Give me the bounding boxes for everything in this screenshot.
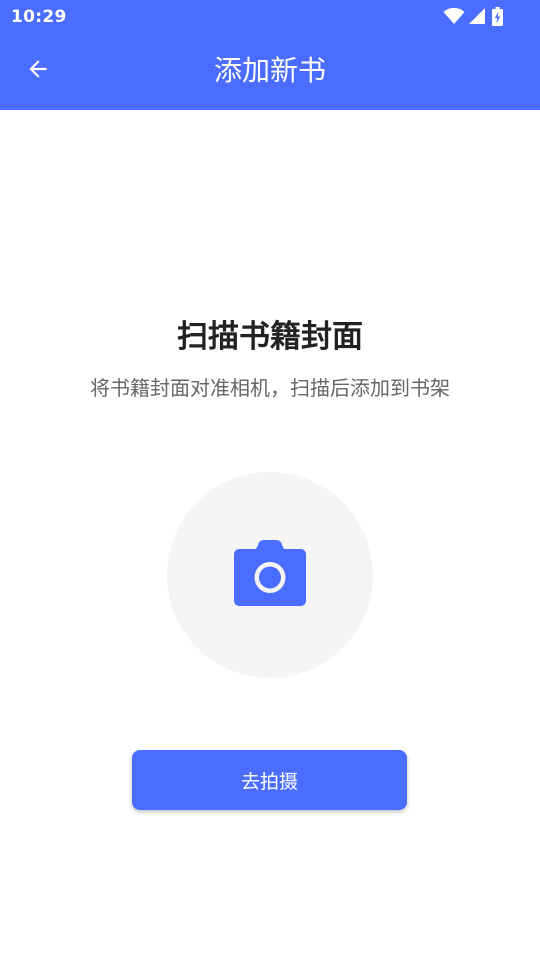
wifi-icon <box>443 7 465 25</box>
camera-circle[interactable] <box>167 472 373 678</box>
status-bar: 10:29 <box>0 0 540 33</box>
scan-headline: 扫描书籍封面 <box>177 319 363 355</box>
scan-subtitle: 将书籍封面对准相机，扫描后添加到书架 <box>90 376 450 400</box>
signal-icon <box>468 7 486 25</box>
app-bar: 添加新书 <box>0 33 540 110</box>
status-time: 10:29 <box>11 7 67 27</box>
battery-charging-icon <box>492 6 503 26</box>
shoot-button[interactable]: 去拍摄 <box>132 750 407 810</box>
page-title: 添加新书 <box>213 54 326 87</box>
status-icons <box>443 6 503 26</box>
camera-icon <box>232 539 308 611</box>
